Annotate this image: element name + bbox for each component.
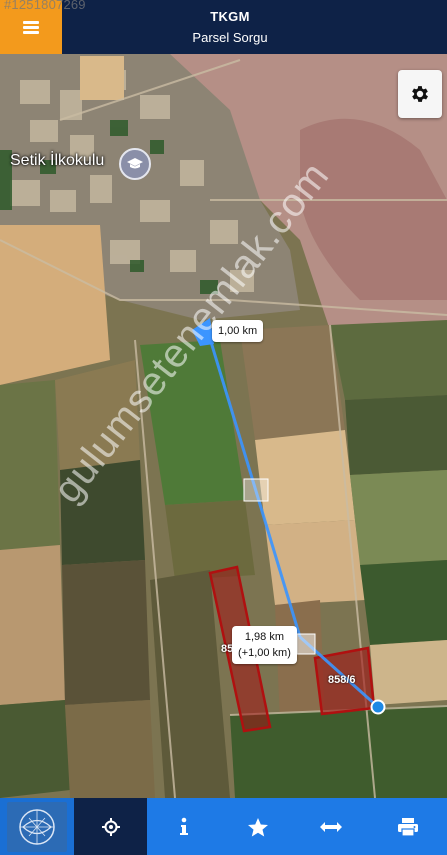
measure-label-total: 1,98 km — [244, 631, 285, 643]
measure-button[interactable] — [294, 798, 367, 855]
measure-arrows-icon — [319, 821, 342, 832]
parcel-label-b: 858/6 — [328, 674, 356, 686]
info-icon — [179, 817, 188, 835]
measure-label-second: 1,98 km (+1,00 km) — [232, 626, 297, 664]
info-button[interactable] — [147, 798, 220, 855]
star-icon — [247, 817, 268, 836]
gear-icon — [412, 86, 428, 102]
hamburger-icon — [23, 20, 39, 34]
map-settings-button[interactable] — [398, 70, 442, 118]
graduation-cap-icon — [127, 158, 143, 169]
favorites-button[interactable] — [221, 798, 294, 855]
school-icon[interactable] — [119, 148, 151, 180]
printer-icon — [397, 817, 418, 837]
crosshair-icon — [101, 817, 120, 836]
tkgm-logo-button[interactable] — [0, 798, 74, 855]
place-label: Setik İlkokulu — [10, 152, 105, 169]
app-title: TKGM — [210, 9, 250, 24]
measure-label-first: 1,00 km — [212, 320, 264, 342]
tkgm-logo-icon — [7, 801, 67, 852]
image-id-watermark: #1251807269 — [4, 0, 86, 12]
locate-button[interactable] — [74, 798, 147, 855]
print-button[interactable] — [368, 798, 447, 855]
app-subtitle: Parsel Sorgu — [192, 30, 268, 45]
measure-label-increment: (+1,00 km) — [238, 647, 291, 659]
bottom-toolbar — [0, 798, 447, 855]
